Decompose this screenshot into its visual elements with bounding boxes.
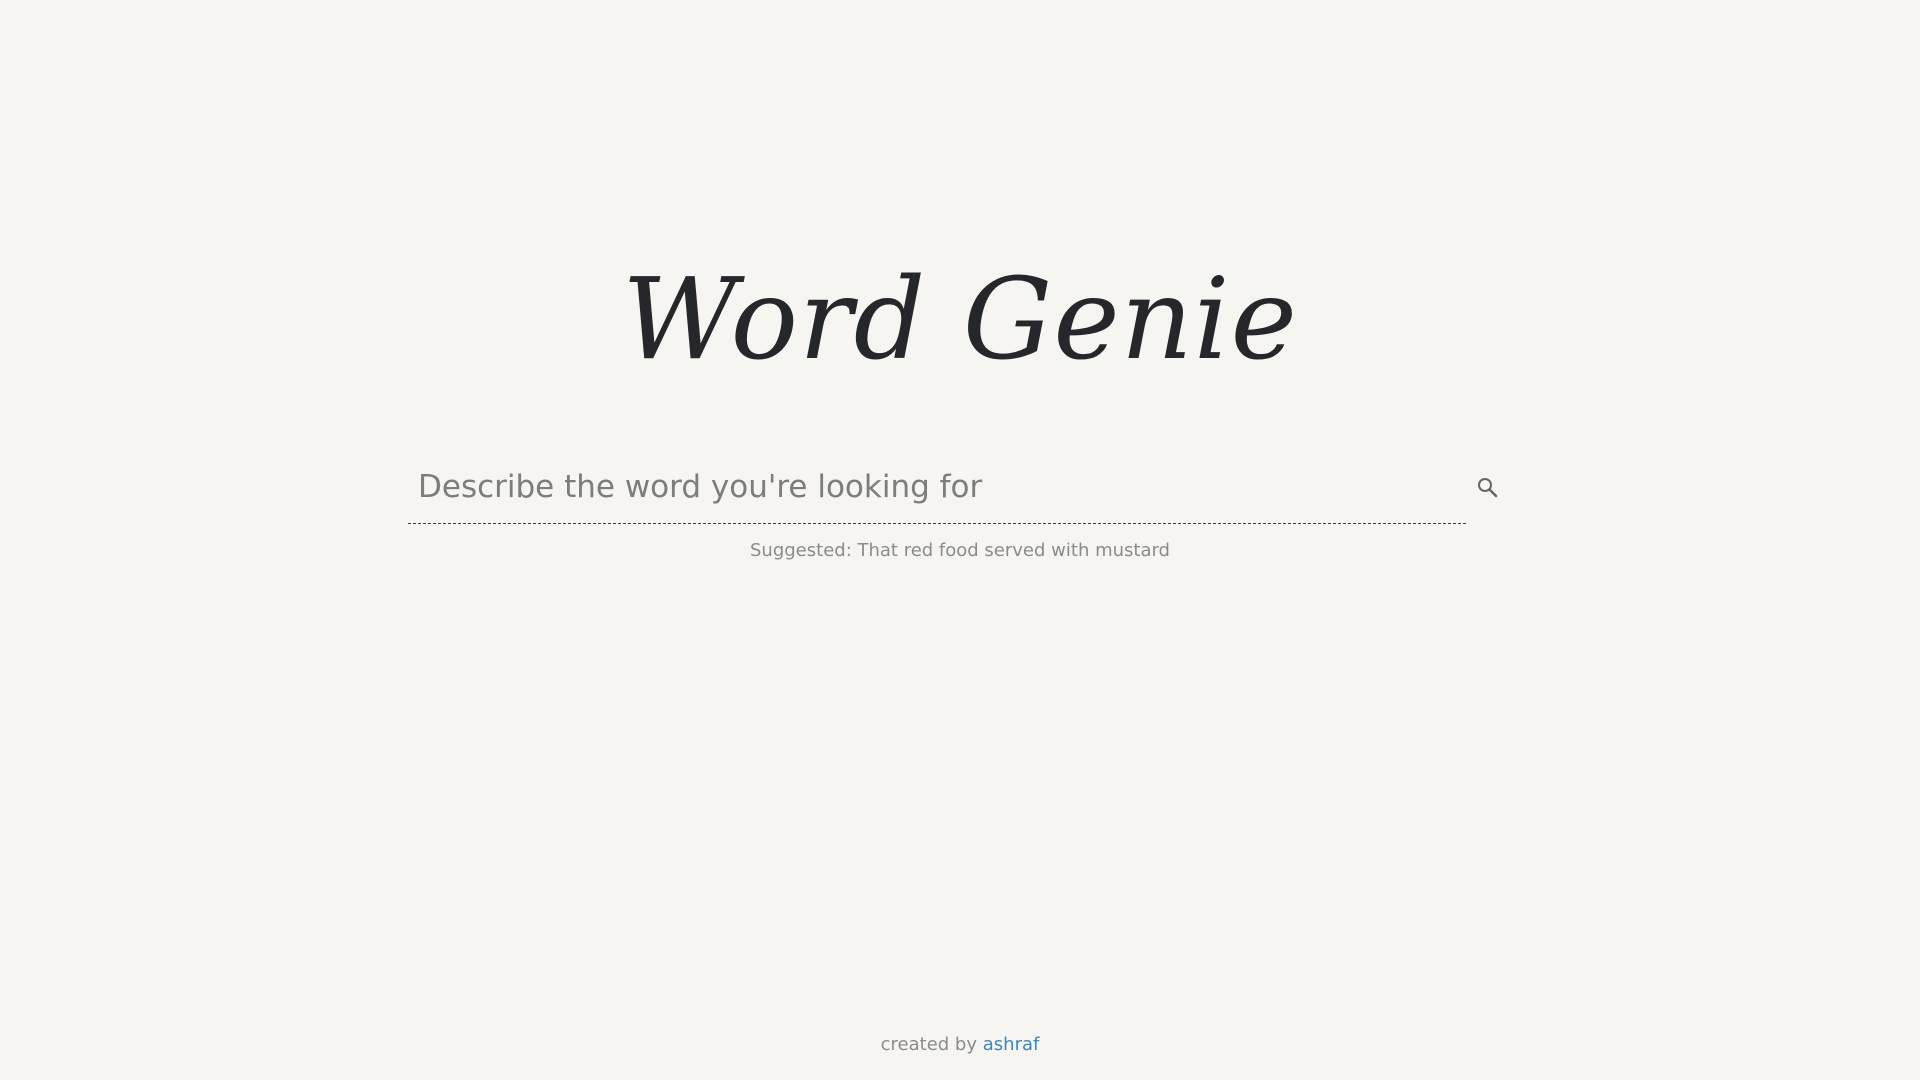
- search-bar: [408, 455, 1466, 524]
- app-logo-title: Word Genie: [622, 255, 1298, 385]
- search-button[interactable]: [1476, 474, 1502, 504]
- page: Word Genie Suggested: That red food serv…: [0, 0, 1920, 1080]
- suggestion-text: Suggested: That red food served with mus…: [750, 540, 1170, 561]
- author-link[interactable]: ashraf: [983, 1034, 1040, 1055]
- footer-prefix: created by: [880, 1034, 978, 1055]
- footer-credit: created by ashraf: [0, 1034, 1920, 1055]
- search-input[interactable]: [408, 455, 1448, 519]
- search-icon: [1476, 478, 1502, 507]
